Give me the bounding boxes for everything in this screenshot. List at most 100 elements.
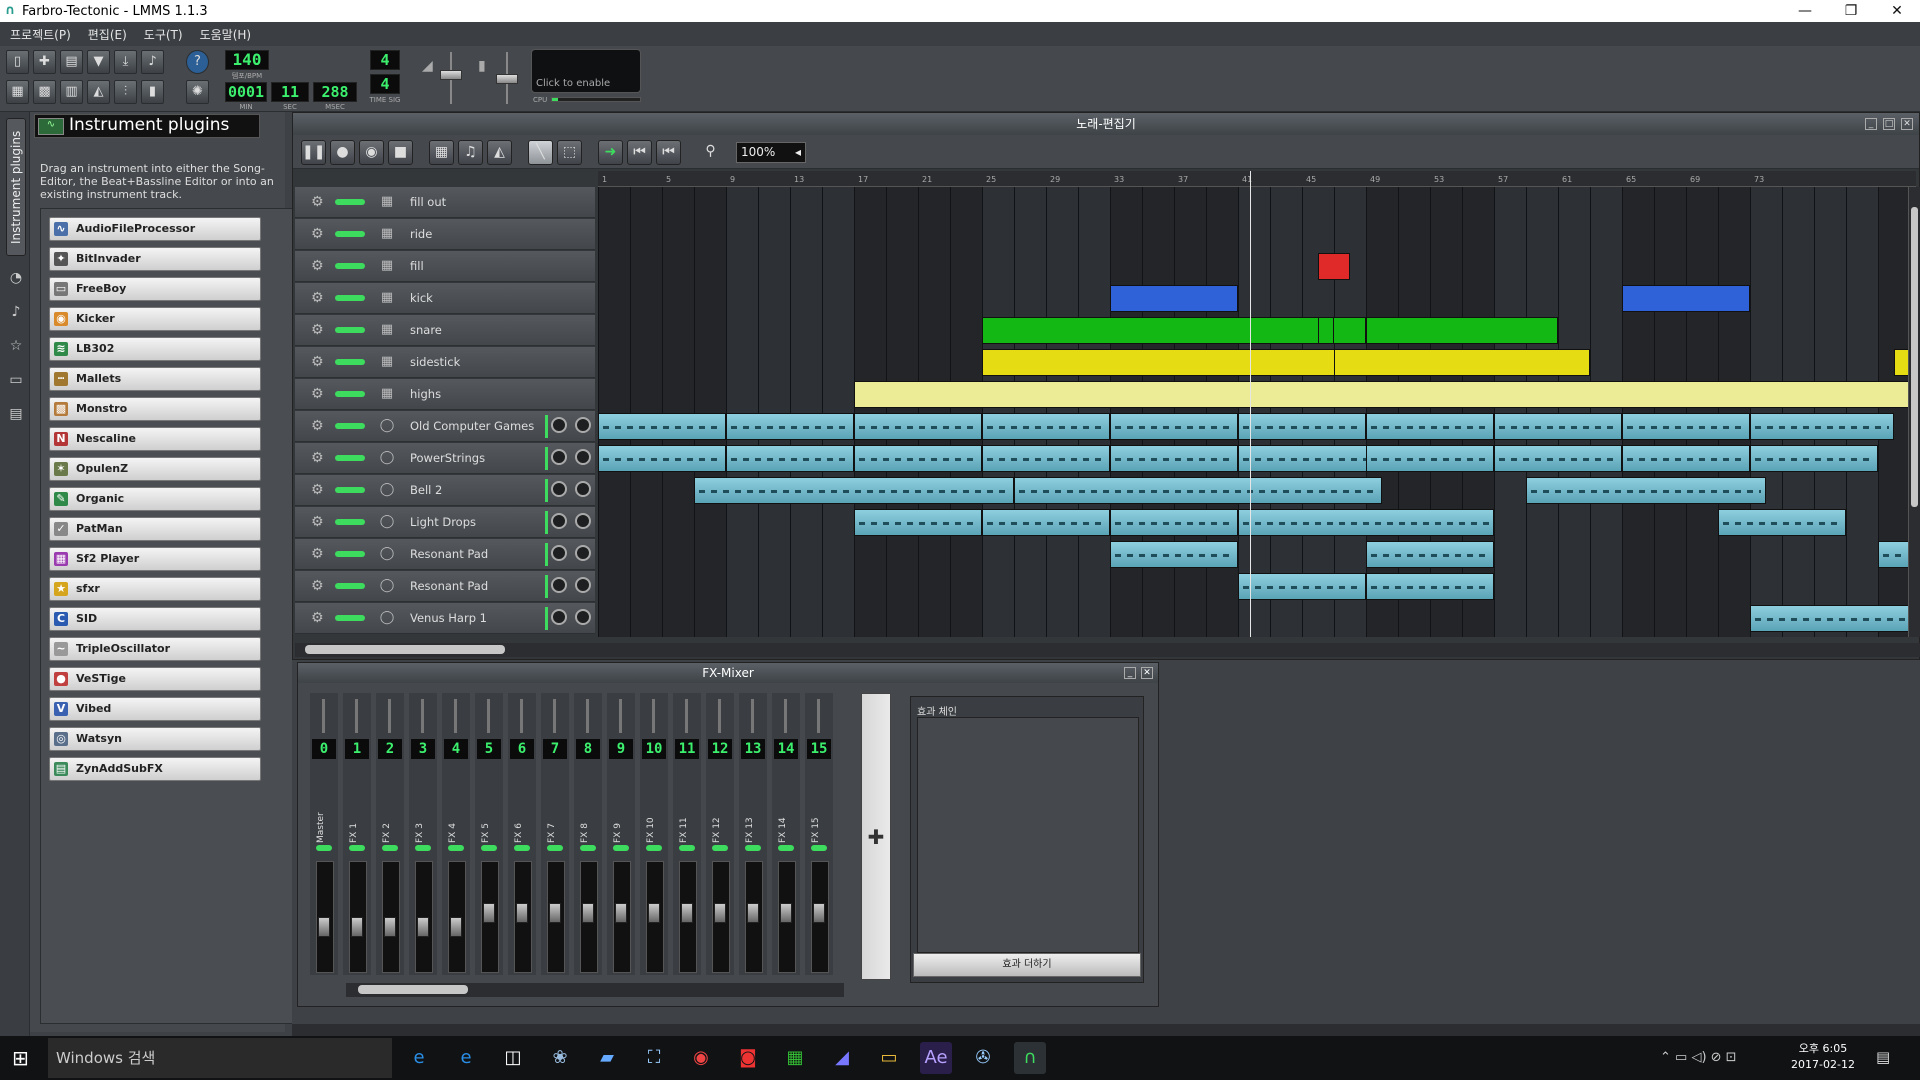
effects-chain-label[interactable]: 효과 체인 xyxy=(917,703,957,718)
export-button[interactable]: ♪ xyxy=(141,50,164,74)
pattern-block[interactable] xyxy=(1366,317,1558,344)
draw-mode-button[interactable]: ╲ xyxy=(528,140,553,165)
sidebar-tab-instrument-plugins[interactable]: Instrument plugins xyxy=(6,118,26,256)
track-name[interactable]: Old Computer Games xyxy=(410,419,534,433)
instrument-pattern[interactable] xyxy=(1110,541,1238,568)
fx-channel-strip[interactable]: 13 FX 13 xyxy=(739,693,767,975)
panning-knob[interactable] xyxy=(575,417,591,433)
pattern-block[interactable] xyxy=(1334,349,1590,376)
my-presets-icon[interactable]: ☆ xyxy=(6,336,26,356)
gear-icon[interactable]: ⚙ xyxy=(311,450,324,466)
channel-name[interactable]: FX 12 xyxy=(712,817,722,843)
pattern-block[interactable] xyxy=(1318,253,1350,280)
new-project-button[interactable]: ▯ xyxy=(6,50,29,74)
channel-mute-toggle[interactable] xyxy=(415,845,431,851)
channel-name[interactable]: FX 15 xyxy=(811,817,821,843)
plugin-sfxr[interactable]: ★ sfxr xyxy=(49,577,261,601)
track-name[interactable]: fill out xyxy=(410,195,446,209)
gear-icon[interactable]: ⚙ xyxy=(311,418,324,434)
send-arrow-icon[interactable] xyxy=(685,699,688,733)
add-effect-button[interactable]: 효과 더하기 xyxy=(913,953,1141,977)
plugin-sid[interactable]: C SID xyxy=(49,607,261,631)
track-row[interactable]: ⚙ ▦ highs xyxy=(295,379,595,410)
mute-toggle[interactable] xyxy=(335,199,365,205)
panning-knob[interactable] xyxy=(575,481,591,497)
mute-toggle[interactable] xyxy=(335,263,365,269)
channel-fader[interactable] xyxy=(417,917,429,937)
fx-channel-strip[interactable]: 15 FX 15 xyxy=(805,693,833,975)
channel-name[interactable]: FX 11 xyxy=(679,817,689,843)
instrument-icon[interactable]: ◯ xyxy=(379,482,395,498)
my-home-icon[interactable]: ▭ xyxy=(6,370,26,390)
instrument-pattern[interactable] xyxy=(1622,445,1750,472)
send-arrow-icon[interactable] xyxy=(586,699,589,733)
channel-fader[interactable] xyxy=(813,903,825,923)
plugin-vibed[interactable]: V Vibed xyxy=(49,697,261,721)
plugin-monstro[interactable]: ▩ Monstro xyxy=(49,397,261,421)
send-arrow-icon[interactable] xyxy=(355,699,358,733)
track-row[interactable]: ⚙ ▦ sidestick xyxy=(295,347,595,378)
gear-icon[interactable]: ⚙ xyxy=(311,482,324,498)
track-row[interactable]: ⚙ ◯ PowerStrings xyxy=(295,443,595,474)
edit-mode-button[interactable]: ⬚ xyxy=(557,140,582,165)
mute-toggle[interactable] xyxy=(335,359,365,365)
channel-mute-toggle[interactable] xyxy=(613,845,629,851)
channel-mute-toggle[interactable] xyxy=(349,845,365,851)
channel-mute-toggle[interactable] xyxy=(745,845,761,851)
spreadsheet-icon[interactable]: ▦ xyxy=(779,1042,811,1074)
track-name[interactable]: ride xyxy=(410,227,432,241)
plugin-zynaddsubfx[interactable]: ▤ ZynAddSubFX xyxy=(49,757,261,781)
open-project-button[interactable]: ▤ xyxy=(60,50,83,74)
instrument-pattern[interactable] xyxy=(1110,445,1238,472)
channel-mute-toggle[interactable] xyxy=(679,845,695,851)
send-arrow-icon[interactable] xyxy=(454,699,457,733)
instrument-pattern[interactable] xyxy=(1110,413,1238,440)
beat-pattern-icon[interactable]: ▦ xyxy=(379,290,395,306)
track-name[interactable]: sidestick xyxy=(410,355,460,369)
gear-icon[interactable]: ⚙ xyxy=(311,258,324,274)
zoom-select[interactable]: 100% ◂ xyxy=(736,142,806,163)
add-sample-track-button[interactable]: ♫ xyxy=(458,140,483,165)
fx-channel-strip[interactable]: 11 FX 11 xyxy=(673,693,701,975)
instrument-pattern[interactable] xyxy=(1494,413,1622,440)
instrument-pattern[interactable] xyxy=(1110,509,1238,536)
beat-pattern-icon[interactable]: ▦ xyxy=(379,194,395,210)
menu-tools[interactable]: 도구(T) xyxy=(144,26,183,43)
track-row[interactable]: ⚙ ◯ Old Computer Games xyxy=(295,411,595,442)
channel-fader[interactable] xyxy=(681,903,693,923)
fx-channel-strip[interactable]: 4 FX 4 xyxy=(442,693,470,975)
mute-toggle[interactable] xyxy=(335,295,365,301)
steam-icon[interactable]: ✇ xyxy=(967,1042,999,1074)
track-name[interactable]: snare xyxy=(410,323,442,337)
fx-mixer-close-button[interactable]: ✕ xyxy=(1141,667,1153,679)
channel-fader[interactable] xyxy=(780,903,792,923)
panning-knob[interactable] xyxy=(575,545,591,561)
fx-channel-strip[interactable]: 5 FX 5 xyxy=(475,693,503,975)
close-button[interactable]: ✕ xyxy=(1874,0,1920,22)
channel-mute-toggle[interactable] xyxy=(547,845,563,851)
timesig-denominator[interactable]: 4 xyxy=(370,74,400,94)
track-row[interactable]: ⚙ ◯ Resonant Pad xyxy=(295,571,595,602)
song-vertical-scrollbar[interactable] xyxy=(1908,187,1920,637)
volume-knob[interactable] xyxy=(551,449,567,465)
plugin-nescaline[interactable]: N Nescaline xyxy=(49,427,261,451)
tempo-display[interactable]: 140 xyxy=(225,50,269,70)
beat-pattern-icon[interactable]: ▦ xyxy=(379,386,395,402)
taskbar-search-box[interactable]: Windows 검색 xyxy=(48,1038,392,1078)
channel-mute-toggle[interactable] xyxy=(514,845,530,851)
gear-icon[interactable]: ⚙ xyxy=(311,290,324,306)
track-name[interactable]: fill xyxy=(410,259,424,273)
send-arrow-icon[interactable] xyxy=(652,699,655,733)
instrument-pattern[interactable] xyxy=(1014,477,1382,504)
beat-pattern-icon[interactable]: ▦ xyxy=(379,226,395,242)
fx-channel-strip[interactable]: 12 FX 12 xyxy=(706,693,734,975)
channel-name[interactable]: FX 2 xyxy=(382,823,392,843)
channel-mute-toggle[interactable] xyxy=(712,845,728,851)
store-icon[interactable]: ◫ xyxy=(497,1042,529,1074)
visual-studio-icon[interactable]: ◢ xyxy=(826,1042,858,1074)
instrument-pattern[interactable] xyxy=(982,445,1110,472)
instrument-icon[interactable]: ◯ xyxy=(379,578,395,594)
track-name[interactable]: kick xyxy=(410,291,433,305)
app-icon-1[interactable]: ❀ xyxy=(544,1042,576,1074)
pattern-block[interactable] xyxy=(1318,317,1334,344)
